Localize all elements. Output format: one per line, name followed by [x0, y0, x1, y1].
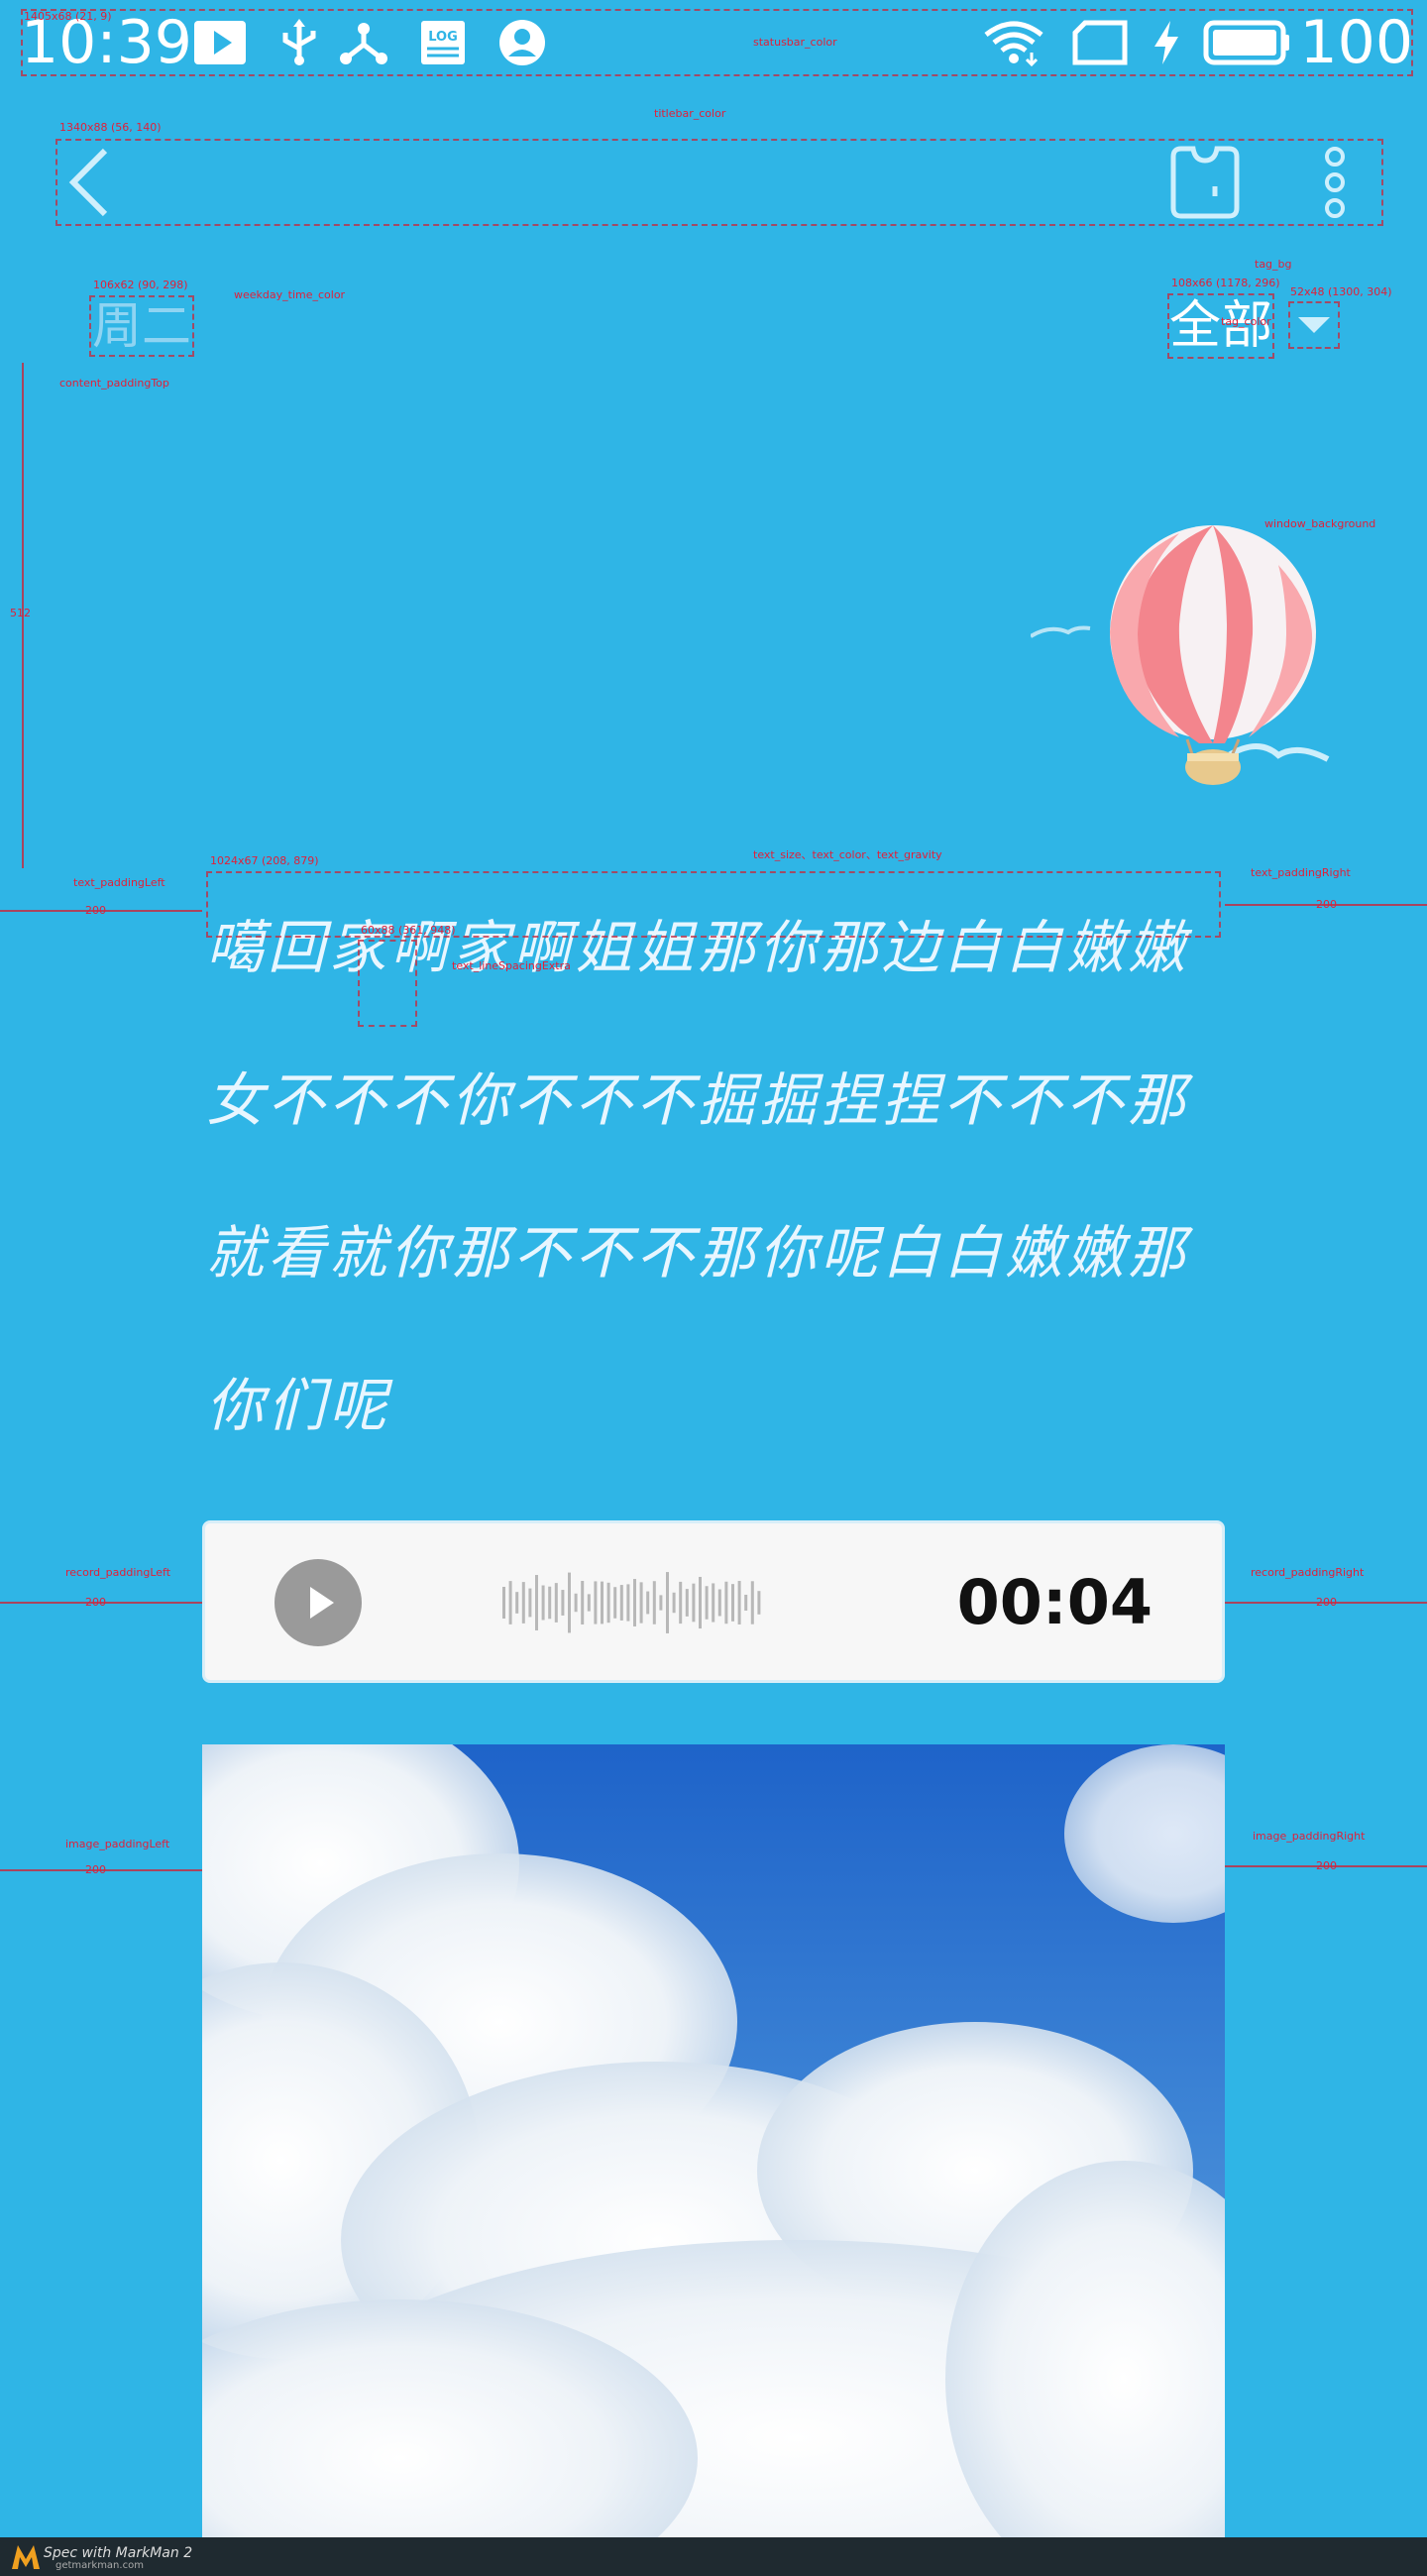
waveform-bar	[521, 1582, 525, 1624]
waveform-bar	[744, 1594, 748, 1612]
waveform-bar	[502, 1587, 505, 1619]
record-padding-left-annotation: record_paddingLeft	[65, 1566, 171, 1579]
titlebar-spec-box	[55, 139, 1383, 226]
waveform-bar	[685, 1589, 689, 1617]
text-padding-right-value: 200	[1316, 898, 1337, 911]
waveform-bar	[508, 1581, 512, 1624]
waveform-bar	[574, 1593, 578, 1613]
waveform-bar	[594, 1581, 598, 1624]
waveform-bar	[528, 1588, 532, 1618]
footer-brand: Spec with MarkMan 2	[44, 2545, 193, 2561]
weekday-size-annotation: 106x62 (90, 298)	[93, 279, 188, 291]
waveform-bar	[712, 1583, 715, 1623]
waveform-bar	[613, 1587, 617, 1619]
record-duration: 00:04	[956, 1566, 1153, 1638]
waveform-bar	[606, 1582, 610, 1624]
waveform-bar	[535, 1575, 538, 1630]
weekday-color-annotation: weekday_time_color	[234, 288, 346, 301]
image-padding-left-annotation: image_paddingLeft	[65, 1838, 170, 1850]
image-padding-left-value: 200	[85, 1863, 106, 1876]
waveform-bar	[633, 1579, 636, 1626]
record-padding-right-annotation: record_paddingRight	[1251, 1566, 1365, 1579]
audio-waveform-icon	[502, 1572, 761, 1633]
text-size-annotation: 1024x67 (208, 879)	[210, 854, 319, 867]
titlebar-size-annotation: 1340x88 (56, 140)	[59, 121, 162, 134]
waveform-bar	[737, 1581, 741, 1624]
tag-color-annotation: tag_color	[1221, 315, 1271, 328]
waveform-bar	[724, 1581, 728, 1624]
text-padding-left-annotation: text_paddingLeft	[73, 876, 165, 889]
waveform-bar	[515, 1592, 519, 1614]
waveform-bar	[541, 1585, 545, 1621]
waveform-bar	[699, 1576, 702, 1629]
statusbar-spec-box	[21, 9, 1413, 76]
waveform-bar	[601, 1581, 604, 1624]
content-padding-top-value: 512	[10, 607, 31, 619]
text-padding-left-value: 200	[85, 904, 106, 917]
waveform-bar	[659, 1595, 663, 1611]
markman-logo-icon	[12, 2545, 40, 2569]
waveform-bar	[548, 1586, 552, 1620]
record-padding-right-value: 200	[1316, 1596, 1337, 1609]
waveform-bar	[757, 1591, 761, 1615]
diary-text-line: 女不不不你不不不掘掘捏捏不不不那	[206, 1066, 1190, 1134]
waveform-bar	[731, 1584, 734, 1622]
waveform-bar	[619, 1585, 623, 1621]
window-background-annotation: window_background	[1264, 517, 1376, 530]
waveform-bar	[652, 1581, 656, 1624]
voice-record-card[interactable]: 00:04	[202, 1520, 1225, 1683]
sky-clouds-photo[interactable]	[202, 1744, 1225, 2537]
diary-text-line: 你们呢	[206, 1372, 391, 1439]
filter-arrow-size-annotation: 52x48 (1300, 304)	[1290, 285, 1392, 298]
waveform-bar	[554, 1583, 558, 1623]
waveform-bar	[679, 1581, 683, 1624]
waveform-bar	[666, 1572, 669, 1633]
record-padding-left-value: 200	[85, 1596, 106, 1609]
titlebar-color-annotation: titlebar_color	[654, 107, 726, 120]
waveform-bar	[639, 1582, 643, 1624]
waveform-bar	[568, 1572, 571, 1633]
filter-size-annotation: 108x66 (1178, 296)	[1171, 277, 1280, 289]
content-padding-top-annotation: content_paddingTop	[59, 377, 169, 390]
line-spacing-annotation: text_lineSpacingExtra	[452, 959, 571, 972]
waveform-bar	[626, 1584, 630, 1622]
line-spacing-size-annotation: 60x88 (361, 948)	[361, 924, 456, 937]
play-circle-icon[interactable]	[274, 1559, 362, 1646]
markman-footer: Spec with MarkMan 2 getmarkman.com	[0, 2537, 1427, 2576]
weekday-spec-box	[89, 295, 194, 357]
footer-url: getmarkman.com	[55, 2560, 144, 2571]
image-padding-right-value: 200	[1316, 1859, 1337, 1872]
image-padding-right-annotation: image_paddingRight	[1253, 1830, 1366, 1843]
statusbar-color-annotation: statusbar_color	[753, 36, 837, 49]
text-style-annotation: text_size、text_color、text_gravity	[753, 848, 942, 861]
diary-text-line: 就看就你那不不不那你呢白白嫩嫩那	[206, 1219, 1190, 1287]
waveform-bar	[717, 1589, 721, 1617]
filter-arrow-spec-box	[1288, 301, 1340, 349]
statusbar-size-annotation: 1405x68 (21, 9)	[24, 10, 112, 23]
text-padding-right-annotation: text_paddingRight	[1251, 866, 1351, 879]
waveform-bar	[561, 1590, 565, 1616]
waveform-bar	[646, 1591, 650, 1615]
line-spacing-spec-box	[358, 940, 417, 1027]
tag-bg-annotation: tag_bg	[1255, 258, 1292, 271]
waveform-bar	[587, 1594, 591, 1612]
waveform-bar	[705, 1586, 709, 1620]
waveform-bar	[750, 1581, 754, 1624]
hot-air-balloon-icon	[1031, 525, 1330, 785]
waveform-bar	[581, 1581, 585, 1624]
waveform-bar	[692, 1583, 696, 1623]
waveform-bar	[672, 1592, 676, 1614]
text-spec-box	[206, 871, 1221, 938]
